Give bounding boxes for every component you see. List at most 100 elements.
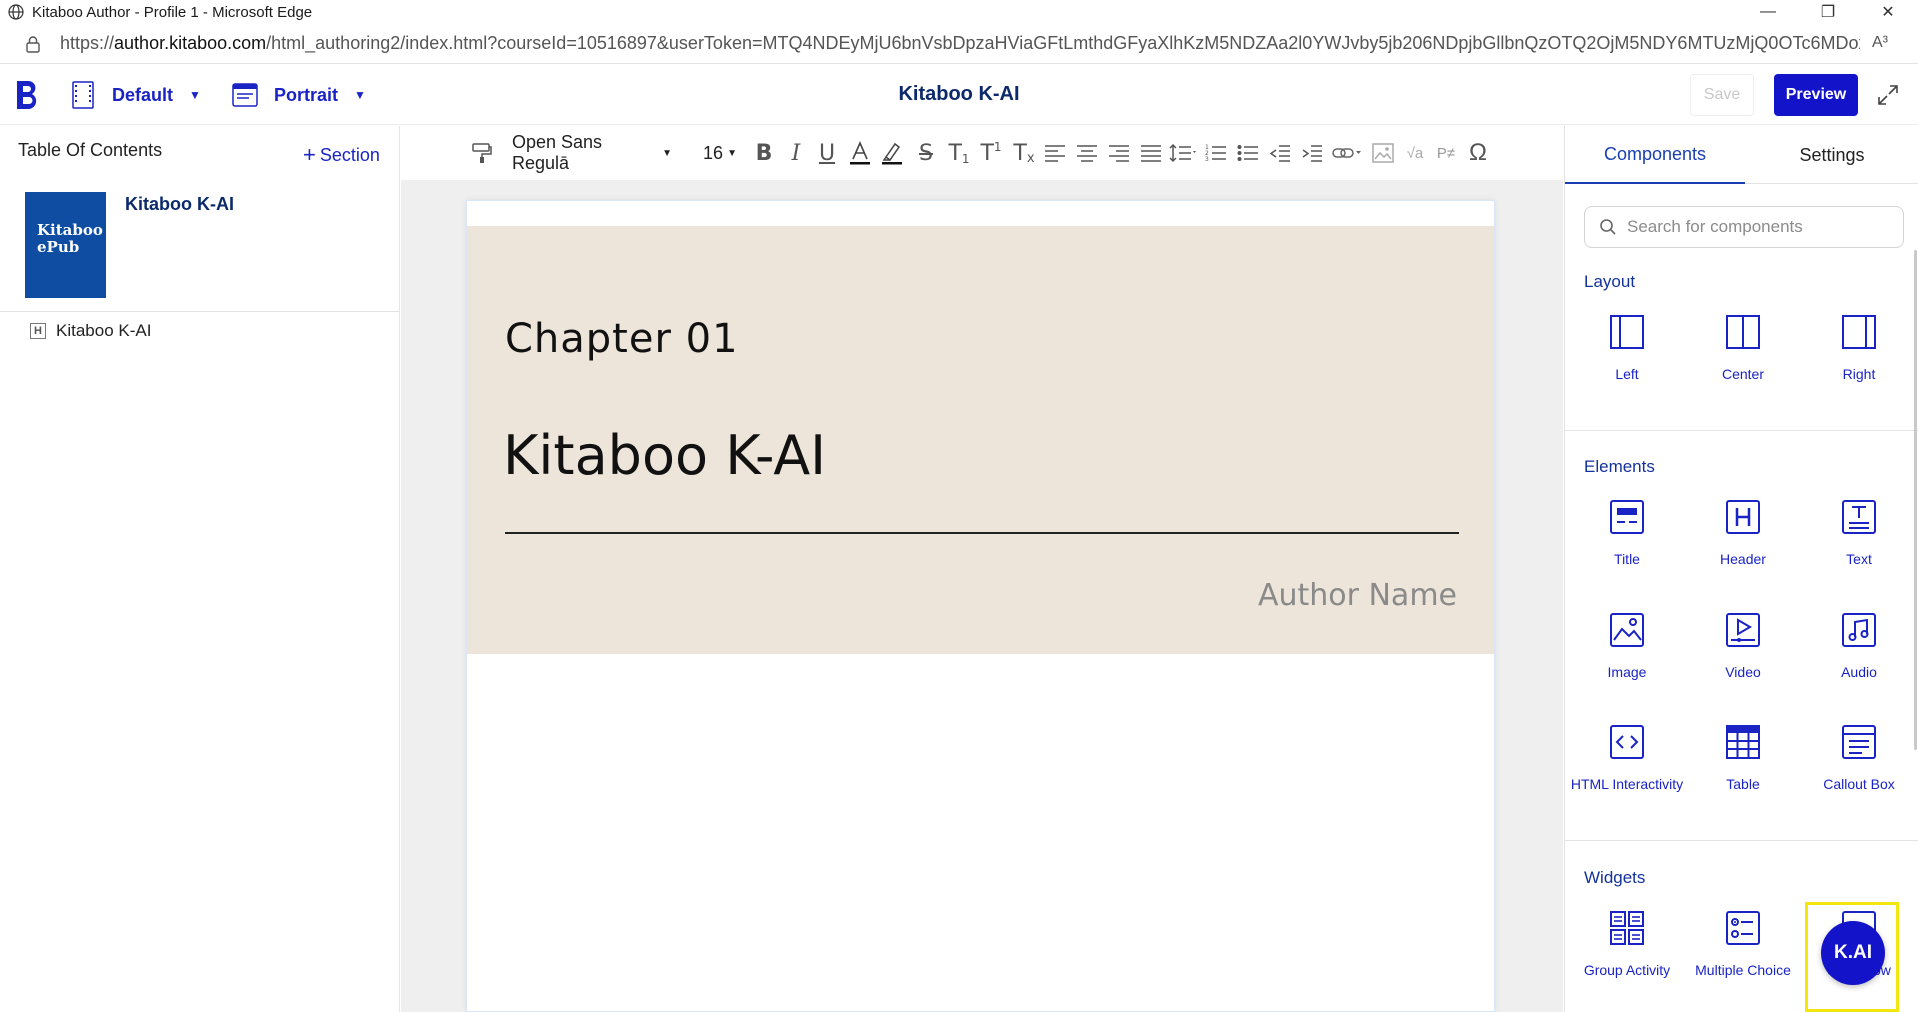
component-label: Right <box>1842 366 1876 382</box>
component-image[interactable]: Image <box>1569 610 1685 682</box>
minimize-icon[interactable]: — <box>1738 0 1798 24</box>
indent-decrease-icon[interactable] <box>1268 126 1292 180</box>
layout-right-icon <box>1839 312 1879 352</box>
component-label: HTML Interactivity <box>1570 776 1684 792</box>
component-label: Multiple Choice <box>1695 962 1791 978</box>
heading-icon: H <box>30 323 46 339</box>
component-title[interactable]: Title <box>1569 497 1685 569</box>
search-icon <box>1600 219 1616 235</box>
special-character-icon[interactable]: Ω <box>1465 126 1491 180</box>
component-label: Center <box>1721 366 1765 382</box>
book-cover-thumbnail[interactable]: Kitaboo ePub <box>25 192 106 298</box>
title-divider <box>505 532 1459 534</box>
component-label: Audio <box>1841 664 1877 680</box>
plus-icon: + <box>303 142 316 167</box>
layout-label: Default <box>112 84 174 105</box>
page-preview[interactable]: Chapter 01 Kitaboo K-AI Author Name <box>466 200 1495 1012</box>
equation-icon[interactable]: √a <box>1403 126 1427 180</box>
highlight-color-icon[interactable] <box>879 126 905 180</box>
restore-icon[interactable]: ❐ <box>1798 0 1858 24</box>
numbered-list-icon[interactable]: 123 <box>1204 126 1228 180</box>
chapter-title[interactable]: Kitaboo K-AI <box>503 424 826 487</box>
component-label: Text <box>1846 551 1872 567</box>
component-multiple-choice[interactable]: Multiple Choice <box>1685 908 1801 980</box>
bullet-list-icon[interactable] <box>1236 126 1260 180</box>
align-right-icon[interactable] <box>1107 126 1131 180</box>
tab-components[interactable]: Components <box>1565 126 1745 184</box>
caret-down-icon: ▼ <box>354 88 366 102</box>
kai-assistant-button[interactable]: K.AI <box>1821 921 1885 985</box>
layout-dropdown[interactable]: Default ▼ <box>72 79 201 111</box>
font-family-select[interactable]: Open Sans Regulā ▼ <box>512 126 672 180</box>
svg-text:3: 3 <box>1205 156 1209 162</box>
line-height-icon[interactable] <box>1169 126 1199 180</box>
layout-left-icon <box>1607 312 1647 352</box>
indent-increase-icon[interactable] <box>1300 126 1324 180</box>
font-color-icon[interactable] <box>847 126 873 180</box>
add-section-button[interactable]: + Section <box>303 142 380 168</box>
bold-icon[interactable]: B <box>752 126 776 180</box>
widgets-group-title: Widgets <box>1584 868 1646 887</box>
font-size-select[interactable]: 16 ▼ <box>700 126 740 180</box>
subscript-icon[interactable]: T1 <box>946 126 972 180</box>
toc-item[interactable]: H Kitaboo K-AI <box>30 321 151 341</box>
component-label: Title <box>1614 551 1640 567</box>
chapter-banner[interactable]: Chapter 01 Kitaboo K-AI Author Name <box>467 226 1494 654</box>
orientation-label: Portrait <box>274 84 339 105</box>
save-button[interactable]: Save <box>1690 74 1754 116</box>
window-controls: — ❐ ✕ <box>1738 0 1918 24</box>
component-video[interactable]: Video <box>1685 610 1801 682</box>
panel-scrollbar[interactable] <box>1914 250 1917 750</box>
align-center-icon[interactable] <box>1075 126 1099 180</box>
component-text[interactable]: Text <box>1801 497 1917 569</box>
group-divider <box>1565 430 1918 431</box>
add-section-label: Section <box>319 144 380 165</box>
chapter-number[interactable]: Chapter 01 <box>505 316 739 362</box>
align-left-icon[interactable] <box>1043 126 1067 180</box>
component-group-activity[interactable]: Group Activity <box>1569 908 1685 980</box>
book-title[interactable]: Kitaboo K-AI <box>125 194 234 215</box>
component-layout-right[interactable]: Right <box>1801 312 1917 384</box>
component-table[interactable]: Table <box>1685 722 1801 794</box>
caret-down-icon: ▼ <box>727 147 737 159</box>
component-label: Table <box>1726 776 1760 792</box>
expand-icon[interactable] <box>1876 83 1900 107</box>
kitaboo-logo-icon[interactable] <box>14 79 42 111</box>
preview-button[interactable]: Preview <box>1774 74 1858 116</box>
component-label: Video <box>1725 664 1761 680</box>
panel-tabs: Components Settings <box>1565 126 1918 184</box>
font-family-value: Open Sans Regulā <box>512 132 603 173</box>
strikethrough-icon[interactable]: S <box>914 126 938 180</box>
component-header[interactable]: Header <box>1685 497 1801 569</box>
superscript-icon[interactable]: T1 <box>978 126 1004 180</box>
orientation-dropdown[interactable]: Portrait ▼ <box>232 79 366 111</box>
film-strip-icon <box>72 81 94 109</box>
read-aloud-icon[interactable]: A³ <box>1872 34 1888 52</box>
format-painter-icon[interactable] <box>469 126 495 180</box>
insert-image-icon[interactable] <box>1371 126 1395 180</box>
page-break-icon[interactable]: P≠ <box>1433 126 1459 180</box>
underline-icon[interactable]: U <box>815 126 839 180</box>
component-callout-box[interactable]: Callout Box <box>1801 722 1917 794</box>
browser-title-bar: Kitaboo Author - Profile 1 - Microsoft E… <box>0 0 1918 24</box>
clear-format-icon[interactable]: Tx <box>1011 126 1037 180</box>
caret-down-icon: ▼ <box>662 147 672 159</box>
close-icon[interactable]: ✕ <box>1858 0 1918 24</box>
search-input[interactable] <box>1627 217 1887 237</box>
address-bar[interactable]: https://author.kitaboo.com/html_authorin… <box>0 24 1918 64</box>
component-layout-left[interactable]: Left <box>1569 312 1685 384</box>
app-header: Default ▼ Portrait ▼ Kitaboo K-AI Save P… <box>0 65 1918 125</box>
component-html-interactivity[interactable]: HTML Interactivity <box>1569 722 1685 794</box>
component-audio[interactable]: Audio <box>1801 610 1917 682</box>
table-icon <box>1723 722 1763 762</box>
link-icon[interactable] <box>1331 126 1365 180</box>
tab-settings[interactable]: Settings <box>1745 126 1918 184</box>
author-name[interactable]: Author Name <box>1258 578 1457 613</box>
component-layout-center[interactable]: Center <box>1685 312 1801 384</box>
cover-text-line2: ePub <box>37 238 80 256</box>
italic-icon[interactable]: I <box>784 126 808 180</box>
align-justify-icon[interactable] <box>1139 126 1163 180</box>
component-search[interactable] <box>1584 206 1904 248</box>
url-text[interactable]: https://author.kitaboo.com/html_authorin… <box>60 33 1860 54</box>
group-divider <box>1565 840 1918 841</box>
